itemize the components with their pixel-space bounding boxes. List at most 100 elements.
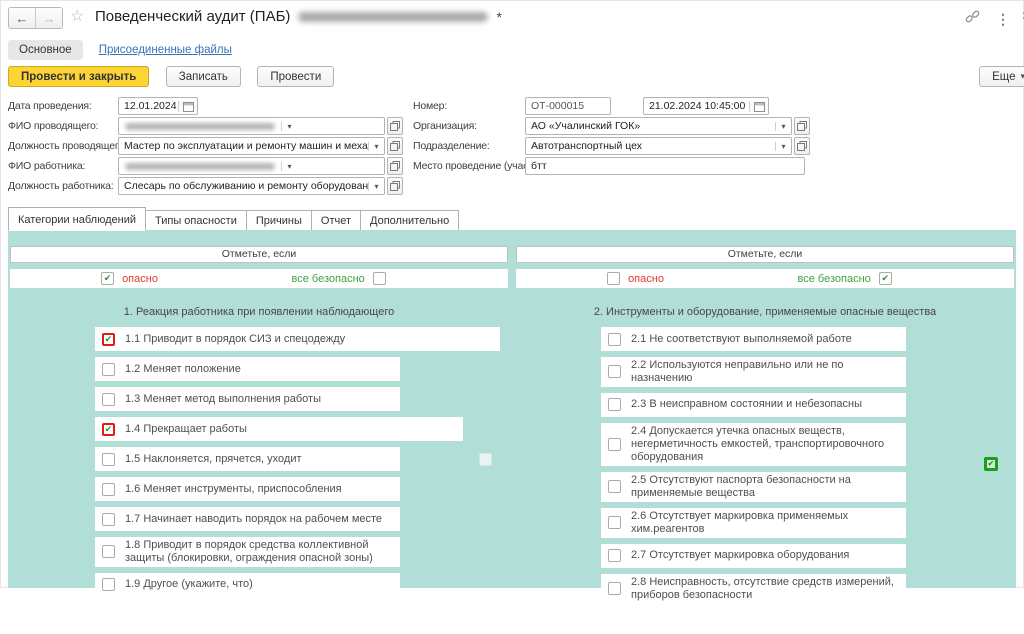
danger-checkbox[interactable] [607, 272, 620, 285]
item-detail-field[interactable] [400, 327, 500, 351]
department-input[interactable]: Автотранспортный цех [526, 140, 775, 152]
auditor-position-label: Должность проводящего: [8, 140, 127, 152]
checkbox-icon[interactable] [102, 513, 115, 526]
checkbox-icon[interactable] [102, 363, 115, 376]
chevron-down-icon[interactable]: ▾ [368, 142, 384, 151]
section-2-panel: Отметьте, если опасно все безопасно ✔ 2.… [514, 230, 1016, 588]
checkbox-icon[interactable] [608, 516, 621, 529]
checkbox-icon[interactable] [608, 549, 621, 562]
section-status-checkbox[interactable]: ✔ [984, 453, 998, 471]
auditor-position-input[interactable]: Мастер по эксплуатации и ремонту машин и… [119, 140, 368, 152]
more-menu-icon[interactable]: ⋮ [996, 11, 1010, 28]
redacted-title-segment [298, 12, 488, 22]
mark-mode-row: ✔ опасно все безопасно [10, 269, 508, 288]
danger-checkbox[interactable]: ✔ [101, 272, 114, 285]
list-item: 1.8 Приводит в порядок средства коллекти… [95, 537, 400, 567]
worker-name-label: ФИО работника: [8, 160, 85, 172]
get-link-icon[interactable] [965, 9, 980, 29]
number-label: Номер: [413, 100, 447, 112]
item-label: 2.7 Отсутствует маркировка оборудования [631, 549, 849, 562]
favorite-star-icon[interactable]: ☆ [70, 8, 84, 26]
checkbox-checked-icon[interactable]: ✔ [102, 423, 115, 436]
list-item: 1.5 Наклоняется, прячется, уходит [95, 447, 400, 471]
open-record-icon[interactable] [794, 137, 810, 155]
open-record-icon[interactable] [794, 117, 810, 135]
checkbox-icon[interactable] [608, 398, 621, 411]
list-item: 2.8 Неисправность, отсутствие средств из… [601, 574, 906, 604]
tab-causes[interactable]: Причины [246, 210, 312, 231]
chevron-down-icon[interactable]: ▾ [281, 162, 297, 171]
post-button[interactable]: Провести [257, 66, 334, 87]
open-record-icon[interactable] [387, 137, 403, 155]
item-label: 1.6 Меняет инструменты, приспособления [125, 483, 342, 496]
worker-position-input[interactable]: Слесарь по обслуживанию и ремонту оборуд… [119, 180, 368, 192]
checkbox-icon[interactable] [102, 578, 115, 591]
calendar-icon[interactable] [749, 101, 768, 112]
section-1-panel: Отметьте, если ✔ опасно все безопасно 1.… [8, 230, 510, 588]
calendar-icon[interactable] [178, 101, 197, 112]
date-input[interactable]: 12.01.2024 [119, 100, 178, 112]
list-item: 1.7 Начинает наводить порядок на рабочем… [95, 507, 400, 531]
tab-report[interactable]: Отчет [311, 210, 361, 231]
checkbox-icon[interactable] [608, 365, 621, 378]
checkbox-icon[interactable] [608, 438, 621, 451]
item-label: 2.8 Неисправность, отсутствие средств из… [631, 576, 900, 602]
section-status-checkbox[interactable] [479, 453, 492, 471]
checkbox-icon[interactable] [102, 545, 115, 558]
mark-if-header: Отметьте, если [516, 246, 1014, 263]
checkbox-icon[interactable] [102, 483, 115, 496]
chevron-down-icon[interactable]: ▾ [775, 142, 791, 151]
redacted-value [125, 123, 275, 130]
list-item: 1.2 Меняет положение [95, 357, 400, 381]
place-input[interactable]: бтт [526, 160, 804, 172]
mark-mode-row: опасно все безопасно ✔ [516, 269, 1014, 288]
list-item: 2.7 Отсутствует маркировка оборудования [601, 544, 906, 568]
chevron-down-icon[interactable]: ▾ [368, 182, 384, 191]
open-record-icon[interactable] [387, 177, 403, 195]
tab-hazard-types[interactable]: Типы опасности [145, 210, 247, 231]
tab-observation-categories[interactable]: Категории наблюдений [8, 207, 146, 231]
item-label: 1.9 Другое (укажите, что) [125, 578, 253, 591]
list-item: 2.4 Допускается утечка опасных веществ, … [601, 423, 906, 466]
item-detail-field[interactable] [400, 417, 463, 441]
checkbox-icon[interactable] [608, 480, 621, 493]
all-safe-label: все безопасно [798, 273, 871, 285]
number-input[interactable]: ОТ-000015 [526, 100, 610, 112]
observation-categories-panel: Отметьте, если ✔ опасно все безопасно 1.… [8, 230, 1016, 588]
checkbox-icon[interactable] [608, 333, 621, 346]
detail-tabs: Категории наблюдений Типы опасности Прич… [8, 207, 458, 231]
attached-files-link[interactable]: Присоединенные файлы [97, 40, 234, 60]
post-and-close-button[interactable]: Провести и закрыть [8, 66, 149, 87]
all-safe-checkbox[interactable]: ✔ [879, 272, 892, 285]
tab-main[interactable]: Основное [8, 40, 83, 60]
list-item: 2.2 Используются неправильно или не по н… [601, 357, 906, 387]
tab-additional[interactable]: Дополнительно [360, 210, 459, 231]
datetime-input[interactable]: 21.02.2024 10:45:00 [644, 100, 749, 112]
section-title: 2. Инструменты и оборудование, применяем… [514, 306, 1016, 318]
checkbox-checked-icon[interactable]: ✔ [102, 333, 115, 346]
all-safe-checkbox[interactable] [373, 272, 386, 285]
save-button[interactable]: Записать [166, 66, 241, 87]
item-label: 1.5 Наклоняется, прячется, уходит [125, 453, 302, 466]
open-record-icon[interactable] [387, 117, 403, 135]
back-button[interactable]: ← [9, 8, 35, 28]
chevron-down-icon[interactable]: ▾ [775, 122, 791, 131]
item-label: 1.8 Приводит в порядок средства коллекти… [125, 539, 394, 565]
forward-icon: → [43, 11, 56, 26]
checkbox-icon[interactable] [102, 453, 115, 466]
chevron-down-icon[interactable]: ▾ [281, 122, 297, 131]
list-item: ✔ 1.4 Прекращает работы [95, 417, 400, 441]
list-item: 2.1 Не соответствуют выполняемой работе [601, 327, 906, 351]
forward-button[interactable]: → [35, 8, 62, 28]
history-nav: ← → [8, 7, 63, 29]
organization-input[interactable]: АО «Учалинский ГОК» [526, 120, 775, 132]
chevron-down-icon: ▾ [1020, 71, 1024, 82]
checkbox-icon[interactable] [608, 582, 621, 595]
open-record-icon[interactable] [387, 157, 403, 175]
item-label: 2.6 Отсутствует маркировка применяемых х… [631, 510, 900, 536]
checkbox-icon[interactable] [102, 393, 115, 406]
more-button[interactable]: Еще ▾ [979, 66, 1024, 87]
list-item: 1.9 Другое (укажите, что) [95, 573, 400, 597]
list-item: 2.6 Отсутствует маркировка применяемых х… [601, 508, 906, 538]
danger-label: опасно [628, 273, 664, 285]
